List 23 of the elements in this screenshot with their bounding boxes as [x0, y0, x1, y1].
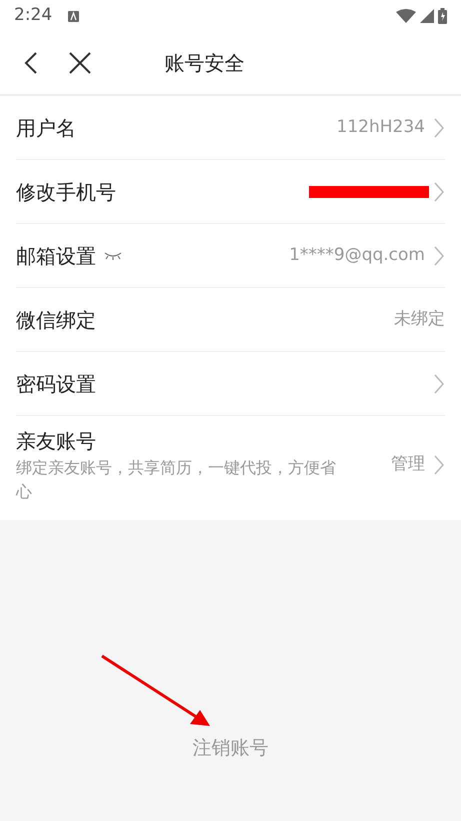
row-label: 密码设置 — [16, 370, 96, 398]
row-value: 管理 — [391, 453, 425, 476]
settings-row[interactable]: 微信绑定 未绑定 — [0, 288, 461, 352]
signal-icon — [420, 9, 434, 23]
row-description: 绑定亲友账号，共享简历，一键代投，方便省心 — [16, 457, 337, 503]
wifi-icon — [396, 9, 416, 23]
row-value: 1****9@qq.com — [289, 244, 425, 267]
settings-row[interactable]: 用户名 112hH234 — [0, 96, 461, 160]
settings-row[interactable]: 邮箱设置 1****9@qq.com — [0, 224, 461, 288]
row-label: 用户名 — [16, 114, 76, 142]
settings-row[interactable]: 密码设置 — [0, 352, 461, 416]
keyboard-notification-icon — [68, 10, 80, 22]
status-time: 2:24 — [14, 4, 52, 28]
row-label: 邮箱设置 — [16, 242, 96, 270]
row-label: 微信绑定 — [16, 306, 96, 334]
row-value: 112hH234 — [336, 116, 425, 139]
row-label: 亲友账号 — [16, 428, 96, 455]
row-value: 未绑定 — [394, 308, 445, 331]
battery-icon — [438, 8, 447, 24]
row-label: 修改手机号 — [16, 178, 116, 206]
page-title: 账号安全 — [164, 50, 244, 77]
settings-row[interactable]: 修改手机号 — [0, 160, 461, 224]
settings-row[interactable]: 亲友账号 绑定亲友账号，共享简历，一键代投，方便省心 管理 — [0, 416, 461, 520]
